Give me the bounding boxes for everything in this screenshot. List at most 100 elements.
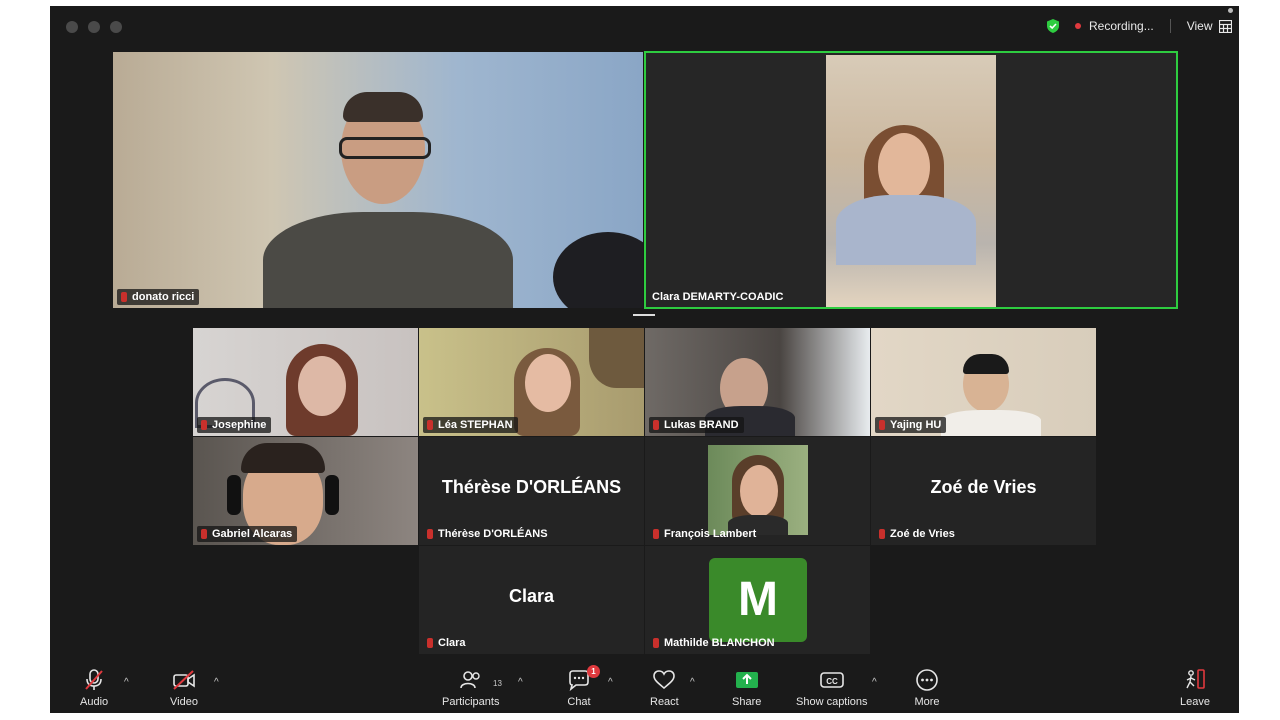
video-tile-francois-lambert[interactable]: François Lambert [645,437,870,545]
participant-name: Clara [438,637,466,649]
participant-face [878,133,930,201]
name-label: François Lambert [649,526,761,542]
video-tile-donato-ricci[interactable]: donato ricci [113,52,643,308]
captions-options-chevron-icon[interactable]: ^ [872,677,877,688]
audio-label: Audio [80,696,109,708]
participant-name: Mathilde BLANCHON [664,637,775,649]
name-label: Clara [423,635,471,651]
name-label: Thérèse D'ORLÉANS [423,526,553,542]
close-window-button[interactable] [66,21,78,33]
name-label: Léa STEPHAN [423,417,518,433]
audio-button[interactable]: Audio [80,667,108,708]
grid-icon [1218,19,1232,33]
participant-hair [241,443,325,473]
participant-name: donato ricci [132,291,195,303]
participant-video [708,445,808,535]
video-options-chevron-icon[interactable]: ^ [214,677,219,688]
name-label: Josephine [197,417,272,433]
muted-mic-icon [427,529,433,539]
participant-name: Lukas BRAND [664,419,739,431]
video-tile-mathilde-blanchon[interactable]: M Mathilde BLANCHON [645,546,870,654]
muted-mic-icon [427,420,433,430]
captions-label: Show captions [796,696,868,708]
react-label: React [650,696,679,708]
headphones-icon [227,475,241,515]
recording-status: Recording... View [1045,18,1232,34]
participant-name: Josephine [212,419,267,431]
share-button[interactable]: Share [732,667,761,708]
captions-button[interactable]: CC Show captions [796,667,868,708]
participant-name: François Lambert [664,528,757,540]
video-label: Video [170,696,198,708]
chat-options-chevron-icon[interactable]: ^ [608,677,613,688]
participant-hair [343,92,423,122]
muted-mic-icon [653,529,659,539]
video-tile-therese-dorleans[interactable]: Thérèse D'ORLÉANS Thérèse D'ORLÉANS [419,437,644,545]
recording-label[interactable]: Recording... [1089,19,1154,33]
muted-mic-icon [121,292,127,302]
participants-icon [459,671,480,689]
share-screen-icon [735,672,758,688]
recording-dot-icon [1075,23,1081,29]
background-object [589,328,644,388]
participant-face [740,465,778,517]
leave-button[interactable]: Leave [1180,667,1210,708]
glasses-icon [339,137,431,159]
muted-mic-icon [201,420,207,430]
audio-options-chevron-icon[interactable]: ^ [124,677,129,688]
video-tile-clara-demarty-coadic[interactable]: Clara DEMARTY-COADIC [644,51,1178,309]
meeting-window: Recording... View donato ricci Clara DEM… [50,6,1239,713]
participants-button[interactable]: Participants [442,667,499,708]
participant-video [826,55,996,307]
participant-name: Yajing HU [890,419,942,431]
chat-unread-badge: 1 [587,665,600,678]
video-tile-gabriel-alcaras[interactable]: Gabriel Alcaras [193,437,418,545]
video-button[interactable]: Video [170,667,198,708]
video-tile-josephine[interactable]: Josephine [193,328,418,436]
chat-label: Chat [567,696,591,708]
minimize-window-button[interactable] [88,21,100,33]
muted-mic-icon [879,420,885,430]
name-label: Gabriel Alcaras [197,526,298,542]
participant-name: Léa STEPHAN [438,419,513,431]
view-label: View [1186,19,1213,33]
video-tile-clara[interactable]: Clara Clara [419,546,644,654]
more-label: More [914,696,940,708]
video-tile-lea-stephan[interactable]: Léa STEPHAN [419,328,644,436]
participant-display-name: Thérèse D'ORLÉANS [441,477,622,497]
more-button[interactable]: More [914,667,940,708]
maximize-window-button[interactable] [110,21,122,33]
meeting-toolbar: Audio ^ Video ^ Participants 13 ^ Chat 1… [50,663,1239,713]
corner-dot-icon [1228,8,1233,13]
video-tile-yajing-hu[interactable]: Yajing HU [871,328,1096,436]
react-options-chevron-icon[interactable]: ^ [690,677,695,688]
name-label: Zoé de Vries [875,526,960,542]
divider [1169,19,1171,33]
muted-mic-icon [653,638,659,648]
view-button[interactable]: View [1187,19,1232,33]
participant-display-name: Zoé de Vries [930,477,1037,497]
avatar: M [709,558,807,642]
shield-icon[interactable] [1045,18,1061,34]
resize-handle[interactable] [633,314,655,316]
video-tile-zoe-de-vries[interactable]: Zoé de Vries Zoé de Vries [871,437,1096,545]
name-label: Lukas BRAND [649,417,744,433]
muted-mic-icon [653,420,659,430]
participants-label: Participants [442,696,500,708]
title-bar: Recording... View [50,6,1239,46]
closed-captions-icon: CC [819,672,844,688]
participants-count: 13 [493,679,502,688]
more-icon [916,669,938,691]
participant-name: Gabriel Alcaras [212,528,293,540]
video-tile-lukas-brand[interactable]: Lukas BRAND [645,328,870,436]
react-button[interactable]: React [650,667,679,708]
heart-icon [653,670,676,690]
participant-name: Clara DEMARTY-COADIC [652,291,784,303]
participant-face [298,356,346,416]
muted-mic-icon [879,529,885,539]
participants-options-chevron-icon[interactable]: ^ [518,677,523,688]
participant-video [263,212,513,308]
participant-name: Zoé de Vries [890,528,955,540]
participant-display-name: Clara [508,586,555,606]
leave-label: Leave [1180,696,1210,708]
